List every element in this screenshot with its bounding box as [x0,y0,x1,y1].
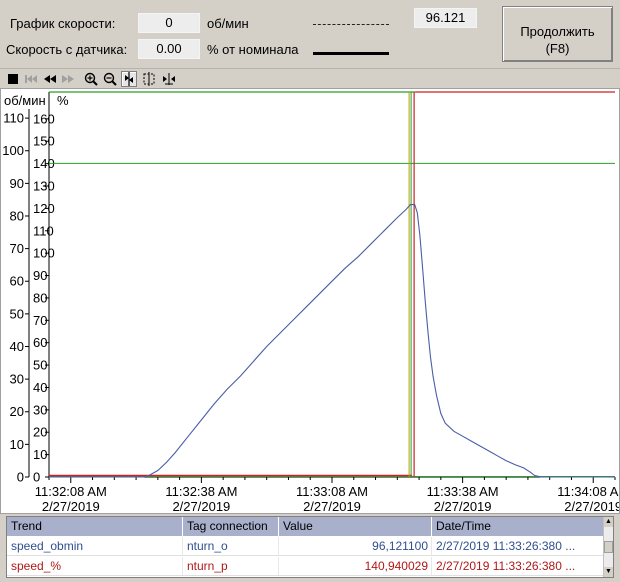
x-tick-time: 11:32:38 AM [165,484,237,499]
continue-button-label: Продолжить [520,23,595,39]
left-axis-label: об/мин [4,93,46,108]
right-tick-label: 60 [33,335,47,350]
right-tick-label: 0 [33,470,40,485]
right-tick-label: 90 [33,268,47,283]
legend-cell-trend: speed_% [7,557,183,575]
zoom-out-icon[interactable] [102,71,118,87]
right-tick-label: 160 [33,111,55,126]
continue-button[interactable]: Продолжить (F8) [502,6,613,62]
sensor-speed-value: 0.00 [138,39,200,59]
right-tick-label: 20 [33,425,47,440]
x-tick-time: 11:33:08 AM [296,484,368,499]
zoom-in-icon[interactable] [83,71,99,87]
right-tick-label: 70 [33,313,47,328]
legend-cell-value: 96,121100 [279,537,432,555]
legend-cell-tag: nturn_o [183,537,279,555]
scroll-up-icon[interactable]: ▲ [604,517,613,527]
legend-cell-value: 140,940029 [279,557,432,575]
legend-header-value[interactable]: Value [279,517,432,536]
x-tick-date: 2/27/2019 [172,499,230,513]
right-tick-label: 50 [33,358,47,373]
speed-chart-value: 0 [138,13,200,33]
left-tick-label: 40 [10,339,24,354]
speed-chart-label: График скорости: [10,16,116,31]
right-tick-label: 40 [33,380,47,395]
readout-value: 96.121 [414,8,477,28]
left-tick-label: 70 [10,241,24,256]
scroll-thumb[interactable] [604,541,613,553]
right-tick-label: 120 [33,201,55,216]
right-tick-label: 10 [33,447,47,462]
x-tick-time: 11:33:38 AM [427,484,499,499]
right-tick-label: 100 [33,246,55,261]
right-tick-label: 80 [33,290,47,305]
legend-header-tag[interactable]: Tag connection [183,517,279,536]
left-tick-label: 0 [17,470,24,485]
legend-cell-datetime: 2/27/2019 11:33:26:380 ... [432,537,605,555]
forward-icon[interactable] [60,71,76,87]
left-tick-label: 100 [2,143,24,158]
legend-header-datetime[interactable]: Date/Time [432,517,605,536]
left-tick-label: 50 [10,306,24,321]
scroll-down-icon[interactable]: ▼ [604,567,613,577]
legend-header-trend[interactable]: Trend [7,517,183,536]
trend-chart[interactable]: об/мин % 0 10 20 30 40 50 60 70 80 90 100 110 0 10 20… [0,88,620,514]
move-icon[interactable] [161,71,177,87]
series-line-speed-obmin [49,204,615,478]
sensor-speed-unit: % от номинала [207,42,299,57]
legend-header: Trend Tag connection Value Date/Time [7,517,605,536]
trend-legend-table: Trend Tag connection Value Date/Time spe… [6,516,614,578]
select-area-icon[interactable] [141,71,157,87]
rewind-icon[interactable] [42,71,58,87]
legend-cell-datetime: 2/27/2019 11:33:26:380 ... [432,557,605,575]
left-tick-label: 110 [3,111,24,126]
header-panel: График скорости: 0 об/мин 96.121 Скорост… [0,0,620,68]
x-tick-time: 11:34:08 AM [557,484,619,499]
legend-cell-tag: nturn_p [183,557,279,575]
sensor-speed-label: Скорость с датчика: [6,42,128,57]
left-tick-label: 20 [10,404,24,419]
trend-chart-svg[interactable]: об/мин % 0 10 20 30 40 50 60 70 80 90 100 110 0 10 20… [1,89,620,514]
x-tick-date: 2/27/2019 [564,499,619,513]
ruler-icon[interactable] [121,71,137,87]
right-tick-label: 30 [33,402,47,417]
left-tick-label: 90 [10,176,24,191]
x-tick-date: 2/27/2019 [42,499,100,513]
speed-chart-unit: об/мин [207,16,249,31]
right-tick-label: 110 [33,223,54,238]
continue-button-shortcut: (F8) [545,40,570,56]
right-axis-label: % [57,93,69,108]
right-tick-label: 130 [33,179,55,194]
speed-chart-line-sample [313,24,389,25]
left-tick-label: 60 [10,274,24,289]
sensor-speed-line-sample [313,52,389,55]
legend-row[interactable]: speed_obmin nturn_o 96,121100 2/27/2019 … [7,537,605,556]
stop-icon[interactable] [5,71,21,87]
legend-cell-trend: speed_obmin [7,537,183,555]
first-icon[interactable] [23,71,39,87]
x-tick-date: 2/27/2019 [434,499,492,513]
x-tick-time: 11:32:08 AM [35,484,107,499]
left-tick-label: 80 [10,208,24,223]
left-tick-label: 30 [10,372,24,387]
left-tick-label: 10 [10,437,24,452]
legend-row[interactable]: speed_% nturn_p 140,940029 2/27/2019 11:… [7,557,605,576]
x-tick-date: 2/27/2019 [303,499,361,513]
legend-scrollbar[interactable]: ▲ ▼ [603,517,613,577]
right-tick-label: 150 [33,134,55,149]
trend-toolbar [0,68,620,88]
